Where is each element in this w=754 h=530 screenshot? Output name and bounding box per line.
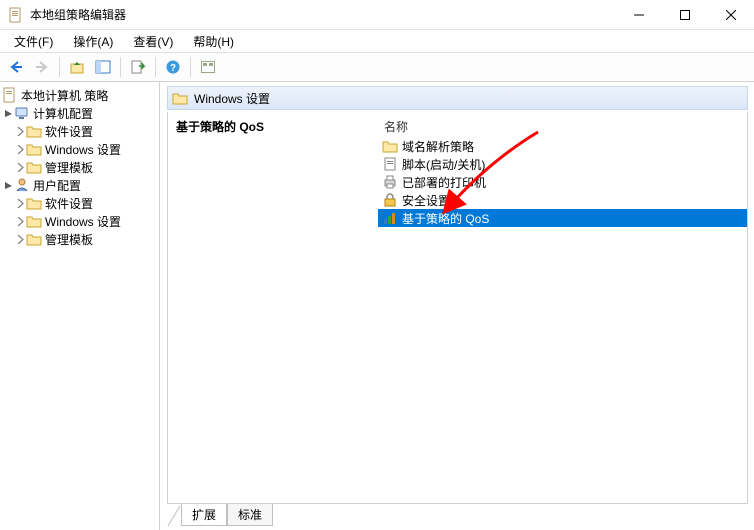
tree-computer-config[interactable]: 计算机配置 — [2, 104, 157, 122]
tree-u-windows[interactable]: Windows 设置 — [2, 212, 157, 230]
up-button[interactable] — [65, 55, 89, 79]
forward-button[interactable] — [30, 55, 54, 79]
list-item-label: 已部署的打印机 — [402, 174, 486, 191]
minimize-button[interactable] — [616, 0, 662, 30]
tree-root-label: 本地计算机 策略 — [21, 87, 108, 104]
expand-icon[interactable] — [14, 161, 26, 173]
tree-panel: 本地计算机 策略 计算机配置 软件设置 Windows 设置 管理模板 — [0, 82, 160, 530]
details-panel: Windows 设置 基于策略的 QoS 名称 域名解析策略 脚本(启动/关机) — [160, 82, 754, 530]
export-button[interactable] — [126, 55, 150, 79]
client-area: 本地计算机 策略 计算机配置 软件设置 Windows 设置 管理模板 — [0, 82, 754, 530]
collapse-icon[interactable] — [2, 179, 14, 191]
filter-button[interactable] — [196, 55, 220, 79]
folder-icon — [172, 90, 188, 106]
printer-icon — [382, 174, 398, 190]
tree-c-admin-label: 管理模板 — [45, 159, 93, 176]
details-list: 名称 域名解析策略 脚本(启动/关机) 已部署的打印机 安全设置 — [378, 112, 747, 503]
tree-c-windows-label: Windows 设置 — [45, 141, 121, 158]
list-item-label: 基于策略的 QoS — [402, 210, 489, 227]
menu-view[interactable]: 查看(V) — [123, 30, 183, 52]
tree-u-software[interactable]: 软件设置 — [2, 194, 157, 212]
column-header-name[interactable]: 名称 — [378, 116, 747, 137]
app-icon — [8, 7, 24, 23]
tree-c-admin[interactable]: 管理模板 — [2, 158, 157, 176]
list-item-security[interactable]: 安全设置 — [378, 191, 747, 209]
expand-icon[interactable] — [14, 233, 26, 245]
details-header: Windows 设置 — [167, 86, 748, 110]
expand-icon[interactable] — [14, 197, 26, 209]
list-item-dns[interactable]: 域名解析策略 — [378, 137, 747, 155]
list-item-label: 脚本(启动/关机) — [402, 156, 485, 173]
tree-u-software-label: 软件设置 — [45, 195, 93, 212]
list-item-label: 安全设置 — [402, 192, 450, 209]
maximize-button[interactable] — [662, 0, 708, 30]
tree-u-admin[interactable]: 管理模板 — [2, 230, 157, 248]
tree-user-label: 用户配置 — [33, 177, 81, 194]
details-header-title: Windows 设置 — [194, 90, 270, 107]
script-icon — [382, 156, 398, 172]
tab-extended[interactable]: 扩展 — [181, 504, 227, 526]
back-button[interactable] — [4, 55, 28, 79]
expand-icon[interactable] — [14, 125, 26, 137]
menu-help[interactable]: 帮助(H) — [183, 30, 244, 52]
tree-user-config[interactable]: 用户配置 — [2, 176, 157, 194]
details-description: 基于策略的 QoS — [168, 112, 378, 503]
expand-icon[interactable] — [14, 143, 26, 155]
bottom-tabs: 扩展 标准 — [167, 504, 748, 526]
qos-icon — [382, 210, 398, 226]
list-item-qos[interactable]: 基于策略的 QoS — [378, 209, 747, 227]
help-button[interactable]: ? — [161, 55, 185, 79]
tree-c-software[interactable]: 软件设置 — [2, 122, 157, 140]
tree-root[interactable]: 本地计算机 策略 — [2, 86, 157, 104]
tree-computer-label: 计算机配置 — [33, 105, 93, 122]
tree-u-admin-label: 管理模板 — [45, 231, 93, 248]
list-item-scripts[interactable]: 脚本(启动/关机) — [378, 155, 747, 173]
title-bar: 本地组策略编辑器 — [0, 0, 754, 30]
toolbar: ? — [0, 52, 754, 82]
tree-u-windows-label: Windows 设置 — [45, 213, 121, 230]
show-hide-tree-button[interactable] — [91, 55, 115, 79]
window-title: 本地组策略编辑器 — [30, 6, 126, 23]
menu-bar: 文件(F) 操作(A) 查看(V) 帮助(H) — [0, 30, 754, 52]
expand-icon[interactable] — [14, 215, 26, 227]
menu-file[interactable]: 文件(F) — [4, 30, 63, 52]
details-heading: 基于策略的 QoS — [176, 118, 370, 135]
list-item-printers[interactable]: 已部署的打印机 — [378, 173, 747, 191]
list-item-label: 域名解析策略 — [402, 138, 474, 155]
security-icon — [382, 192, 398, 208]
tree-c-windows[interactable]: Windows 设置 — [2, 140, 157, 158]
close-button[interactable] — [708, 0, 754, 30]
tree-c-software-label: 软件设置 — [45, 123, 93, 140]
folder-icon — [382, 138, 398, 154]
details-body: 基于策略的 QoS 名称 域名解析策略 脚本(启动/关机) 已部署的打印机 — [167, 112, 748, 504]
collapse-icon[interactable] — [2, 107, 14, 119]
tab-standard[interactable]: 标准 — [227, 504, 273, 526]
menu-action[interactable]: 操作(A) — [63, 30, 123, 52]
svg-text:?: ? — [170, 63, 176, 74]
